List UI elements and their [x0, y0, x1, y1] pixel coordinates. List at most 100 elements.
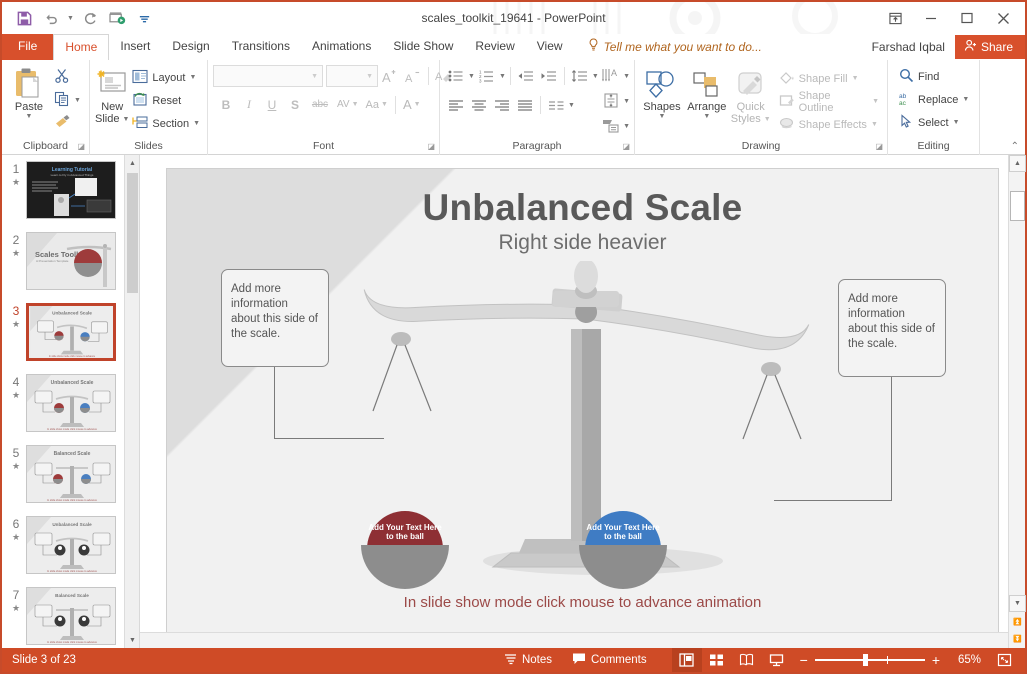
minimize-icon[interactable] — [913, 3, 949, 33]
line-spacing-icon[interactable] — [569, 65, 591, 87]
tab-transitions[interactable]: Transitions — [221, 34, 301, 60]
format-painter-button[interactable] — [51, 112, 84, 135]
reset-button[interactable]: Reset — [129, 89, 203, 112]
shape-outline-button[interactable]: Shape Outline ▼ — [776, 90, 882, 114]
start-presentation-icon[interactable] — [105, 7, 129, 29]
replace-caret[interactable]: ▼ — [962, 96, 969, 103]
layout-button[interactable]: Layout ▼ — [129, 66, 203, 89]
thumbnail-scroll-thumb[interactable] — [127, 173, 138, 293]
previous-slide-icon[interactable]: ⏫ — [1009, 613, 1026, 630]
thumbnail-slide-2[interactable]: 2 ★ Scales Toolkit A Presentation Templa… — [2, 226, 139, 297]
align-right-icon[interactable] — [491, 94, 513, 116]
reading-view-button[interactable] — [732, 648, 762, 672]
tab-view[interactable]: View — [526, 34, 574, 60]
slide-show-button[interactable] — [762, 648, 792, 672]
canvas-horizontal-scrollbar[interactable] — [140, 632, 1008, 648]
find-button[interactable]: Find — [896, 65, 942, 88]
italic-button[interactable]: I — [238, 94, 260, 116]
new-slide-dropdown-caret[interactable]: ▼ — [122, 116, 129, 123]
tab-home[interactable]: Home — [53, 34, 110, 60]
tab-slide-show[interactable]: Slide Show — [382, 34, 464, 60]
replace-button[interactable]: ab ac Replace ▼ — [896, 88, 972, 111]
align-left-icon[interactable] — [445, 94, 467, 116]
new-slide-button[interactable]: New Slide ▼ — [95, 64, 129, 125]
zoom-level-label[interactable]: 65% — [947, 654, 981, 666]
strikethrough-button[interactable]: abc — [307, 94, 333, 116]
copy-button[interactable]: ▼ — [51, 89, 84, 112]
shape-fill-caret[interactable]: ▼ — [852, 75, 859, 82]
bold-button[interactable]: B — [215, 94, 237, 116]
zoom-slider[interactable] — [814, 654, 925, 666]
convert-smartart-caret[interactable]: ▼ — [623, 123, 630, 130]
clipboard-dialog-launcher[interactable]: ◪ — [77, 140, 85, 154]
thumbnail-slide-5[interactable]: 5 ★ Balanced Scale In slide show mode cl… — [2, 439, 139, 510]
scroll-down-icon[interactable]: ▼ — [1009, 595, 1026, 612]
slide-title[interactable]: Unbalanced Scale — [167, 187, 998, 229]
underline-button[interactable]: U — [261, 94, 283, 116]
shapes-button[interactable]: Shapes ▼ — [640, 64, 684, 120]
font-color-caret[interactable]: ▼ — [414, 101, 421, 108]
scroll-up-icon[interactable]: ▲ — [1009, 155, 1026, 172]
shapes-dropdown-caret[interactable]: ▼ — [658, 113, 665, 120]
font-name-input[interactable]: ▼ — [213, 65, 323, 87]
maximize-icon[interactable] — [949, 3, 985, 33]
slide-canvas[interactable]: Unbalanced Scale Right side heavier Add … — [166, 167, 999, 636]
close-icon[interactable] — [985, 3, 1021, 33]
zoom-in-button[interactable]: + — [932, 652, 940, 668]
canvas-vertical-scrollbar[interactable]: ▲ ▼ ⏫ ⏬ — [1008, 155, 1026, 648]
save-icon[interactable] — [12, 7, 36, 29]
shape-outline-caret[interactable]: ▼ — [872, 98, 879, 105]
thumbnail-scroll-up-icon[interactable]: ▲ — [125, 155, 139, 171]
ribbon-display-options-icon[interactable] — [877, 3, 913, 33]
tab-animations[interactable]: Animations — [301, 34, 382, 60]
quick-styles-caret[interactable]: ▼ — [764, 116, 771, 123]
change-case-caret[interactable]: ▼ — [381, 101, 388, 108]
line-spacing-caret[interactable]: ▼ — [592, 73, 599, 80]
columns-caret[interactable]: ▼ — [568, 102, 575, 109]
drawing-dialog-launcher[interactable]: ◪ — [875, 140, 883, 154]
numbering-caret[interactable]: ▼ — [499, 73, 506, 80]
redo-icon[interactable] — [78, 7, 102, 29]
tab-design[interactable]: Design — [161, 34, 220, 60]
text-shadow-button[interactable]: S — [284, 94, 306, 116]
bullets-icon[interactable] — [445, 65, 467, 87]
thumbnail-scroll-down-icon[interactable]: ▼ — [125, 632, 139, 648]
thumbnail-scrollbar[interactable]: ▲ ▼ — [124, 155, 139, 648]
select-button[interactable]: Select ▼ — [896, 111, 963, 134]
increase-indent-icon[interactable] — [538, 65, 560, 87]
font-dialog-launcher[interactable]: ◪ — [427, 140, 435, 154]
section-dropdown-caret[interactable]: ▼ — [193, 120, 200, 127]
zoom-out-button[interactable]: − — [800, 652, 808, 668]
normal-view-button[interactable] — [671, 648, 702, 672]
decrease-indent-icon[interactable] — [515, 65, 537, 87]
paste-dropdown-caret[interactable]: ▼ — [26, 113, 33, 120]
arrange-dropdown-caret[interactable]: ▼ — [703, 113, 710, 120]
select-caret[interactable]: ▼ — [953, 119, 960, 126]
change-case-button[interactable]: Aa ▼ — [363, 93, 391, 116]
fit-to-window-button[interactable] — [989, 648, 1019, 672]
font-color-button[interactable]: A ▼ — [400, 93, 424, 116]
bullets-caret[interactable]: ▼ — [468, 73, 475, 80]
paste-button[interactable]: Paste ▼ — [7, 64, 51, 120]
shape-effects-button[interactable]: Shape Effects ▼ — [776, 113, 882, 136]
zoom-slider-handle[interactable] — [862, 654, 868, 666]
undo-icon[interactable] — [39, 7, 63, 29]
collapse-ribbon-button[interactable]: ⌃ — [1011, 141, 1019, 152]
copy-dropdown-caret[interactable]: ▼ — [74, 97, 81, 104]
thumbnail-slide-1[interactable]: 1 ★ Learning Tutorial Learn to Fly in Ad… — [2, 155, 139, 226]
convert-smartart-button[interactable]: ▼ — [601, 115, 630, 138]
comments-button[interactable]: Comments — [563, 648, 656, 672]
decrease-font-size-icon[interactable]: A — [402, 65, 424, 87]
justify-icon[interactable] — [514, 94, 536, 116]
align-text-button[interactable]: ▼ — [601, 90, 630, 113]
thumbnail-slide-3[interactable]: 3 ★ Unbalanced Scale In slide show mode … — [2, 297, 139, 368]
quick-styles-button[interactable]: Quick Styles ▼ — [730, 64, 772, 125]
thumbnail-slide-6[interactable]: 6 ★ Unbalanced Scale In slide show mode … — [2, 510, 139, 581]
vertical-scroll-thumb[interactable] — [1010, 191, 1025, 221]
tell-me-search[interactable]: Tell me what you want to do... — [574, 38, 762, 60]
share-button[interactable]: Share — [954, 35, 1025, 59]
tab-insert[interactable]: Insert — [109, 34, 161, 60]
cut-button[interactable] — [51, 66, 84, 89]
center-align-icon[interactable] — [468, 94, 490, 116]
slide-subtitle[interactable]: Right side heavier — [167, 231, 998, 255]
